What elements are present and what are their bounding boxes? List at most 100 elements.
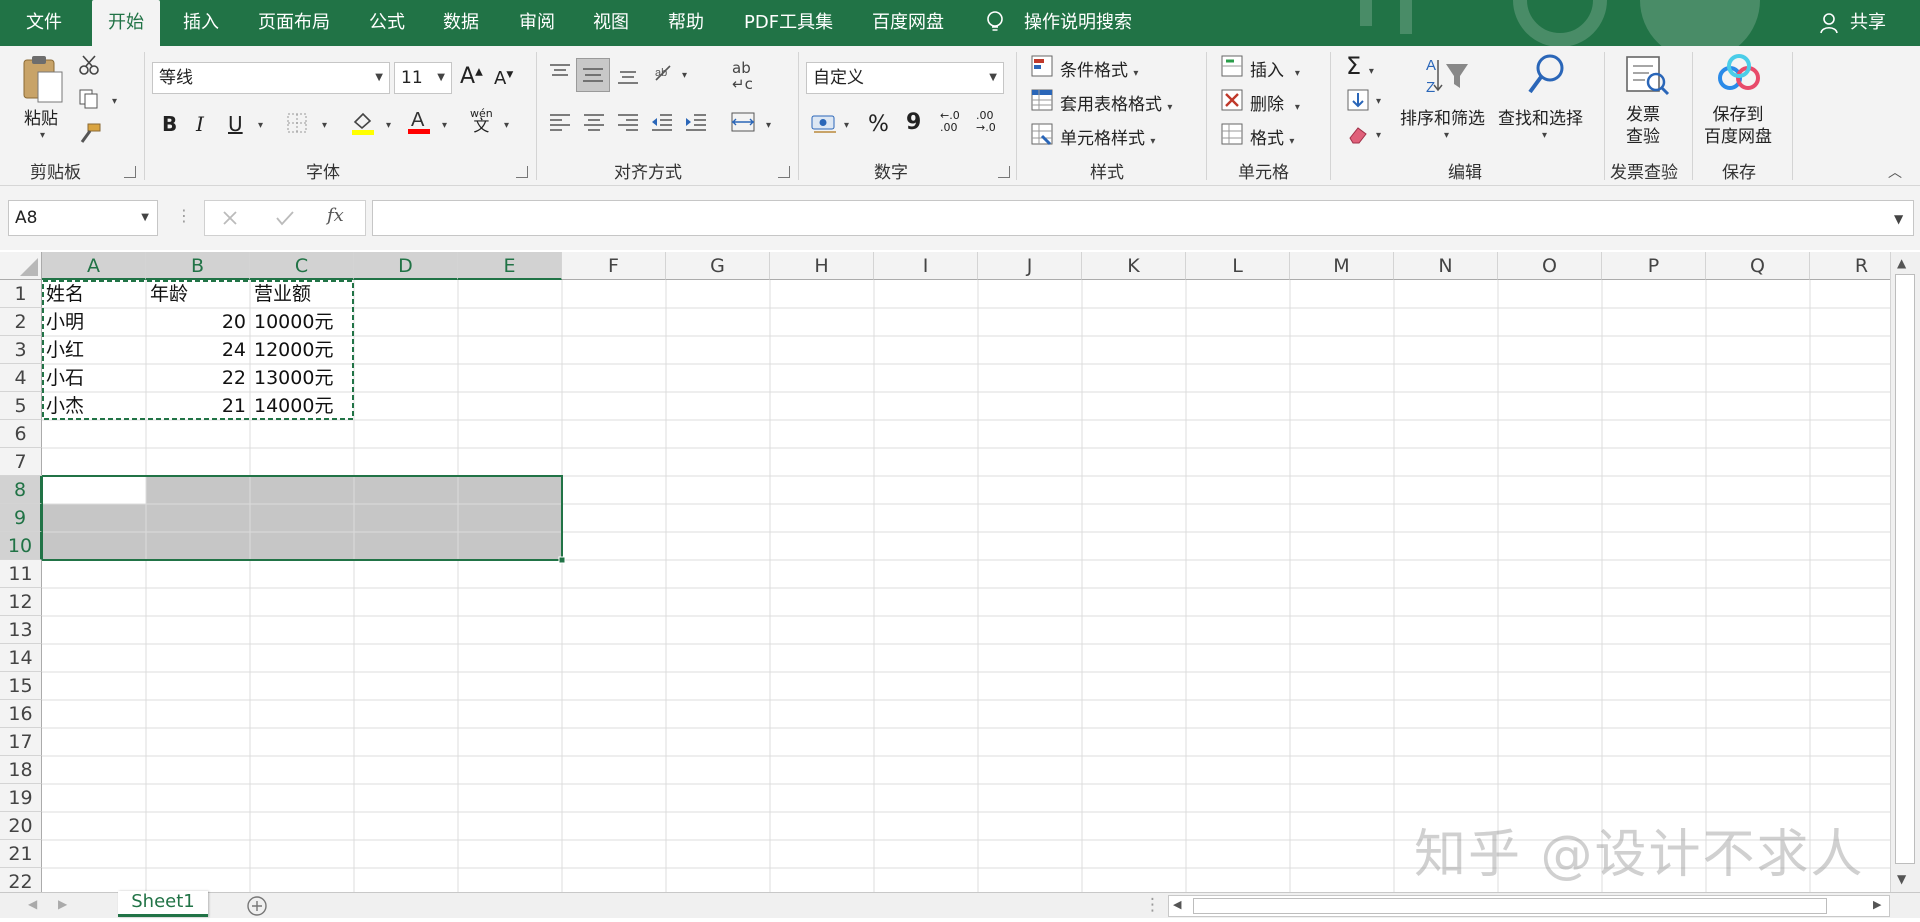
- column-header-r[interactable]: R: [1810, 252, 1890, 280]
- invoice-check-button[interactable]: 发票 查验: [1626, 104, 1660, 148]
- accounting-format-icon[interactable]: [810, 112, 838, 139]
- scroll-down-icon[interactable]: ▼: [1897, 872, 1906, 886]
- tab-split-grip-icon[interactable]: ⋮: [1144, 895, 1161, 915]
- number-launcher-icon[interactable]: [998, 166, 1010, 178]
- scroll-thumb[interactable]: [1895, 274, 1915, 864]
- table-cell[interactable]: 小石: [46, 364, 84, 392]
- cell-styles-button[interactable]: 单元格样式 ▾: [1060, 124, 1155, 149]
- comma-style-button[interactable]: 9: [906, 110, 921, 135]
- decrease-decimal-button[interactable]: .00 →.0: [976, 110, 996, 134]
- tab-formulas[interactable]: 公式: [369, 0, 405, 46]
- fill-handle[interactable]: [558, 556, 566, 564]
- column-header-l[interactable]: L: [1186, 252, 1290, 280]
- expand-formula-icon[interactable]: ▼: [1894, 212, 1903, 226]
- column-header-e[interactable]: E: [458, 252, 562, 280]
- user-icon[interactable]: [1820, 12, 1840, 39]
- merge-dropdown-icon[interactable]: ▾: [766, 120, 771, 131]
- tab-data[interactable]: 数据: [443, 0, 479, 46]
- table-cell[interactable]: 小杰: [46, 392, 84, 420]
- baidu-netdisk-icon[interactable]: [1716, 54, 1762, 99]
- format-cells-button[interactable]: 格式 ▾: [1250, 124, 1294, 149]
- column-header-a[interactable]: A: [42, 252, 146, 280]
- column-header-m[interactable]: M: [1290, 252, 1394, 280]
- borders-dropdown-icon[interactable]: ▾: [322, 120, 327, 131]
- table-cell[interactable]: 20: [146, 308, 246, 336]
- row-header-1[interactable]: 1: [0, 280, 42, 308]
- row-header-22[interactable]: 22: [0, 868, 42, 892]
- format-as-table-button[interactable]: 套用表格格式 ▾: [1060, 90, 1172, 115]
- clipboard-launcher-icon[interactable]: [124, 166, 136, 178]
- tab-home[interactable]: 开始: [92, 0, 160, 46]
- fill-color-icon[interactable]: [350, 110, 376, 141]
- column-header-n[interactable]: N: [1394, 252, 1498, 280]
- row-header-14[interactable]: 14: [0, 644, 42, 672]
- column-header-k[interactable]: K: [1082, 252, 1186, 280]
- table-cell[interactable]: 13000元: [254, 364, 333, 392]
- next-sheet-icon[interactable]: ▶: [58, 897, 67, 911]
- borders-icon[interactable]: [286, 112, 308, 139]
- align-middle-icon[interactable]: [576, 58, 610, 92]
- row-header-11[interactable]: 11: [0, 560, 42, 588]
- column-header-c[interactable]: C: [250, 252, 354, 280]
- column-header-i[interactable]: I: [874, 252, 978, 280]
- align-left-icon[interactable]: [548, 112, 572, 139]
- align-bottom-icon[interactable]: [616, 64, 640, 91]
- autosum-button[interactable]: Σ ▾: [1346, 52, 1374, 80]
- bold-button[interactable]: B: [162, 112, 177, 136]
- increase-decimal-button[interactable]: ←.0.00: [940, 110, 960, 134]
- row-header-4[interactable]: 4: [0, 364, 42, 392]
- row-header-2[interactable]: 2: [0, 308, 42, 336]
- font-name-select[interactable]: 等线 ▼: [152, 62, 390, 94]
- enter-icon[interactable]: [275, 209, 295, 232]
- tab-page-layout[interactable]: 页面布局: [258, 0, 330, 46]
- cell-styles-icon[interactable]: [1030, 122, 1054, 151]
- underline-dropdown-icon[interactable]: ▾: [258, 120, 263, 131]
- delete-cells-button[interactable]: 删除 ▾: [1250, 90, 1300, 115]
- wrap-text-button[interactable]: ab ↵c: [732, 60, 753, 92]
- table-cell[interactable]: 小红: [46, 336, 84, 364]
- delete-cells-icon[interactable]: [1220, 88, 1244, 117]
- row-header-10[interactable]: 10: [0, 532, 42, 560]
- orientation-dropdown-icon[interactable]: ▾: [682, 70, 687, 81]
- find-select-button[interactable]: 查找和选择: [1498, 104, 1583, 129]
- tab-file[interactable]: 文件: [26, 0, 62, 46]
- column-header-q[interactable]: Q: [1706, 252, 1810, 280]
- tab-baidu-netdisk[interactable]: 百度网盘: [872, 0, 944, 46]
- format-cells-icon[interactable]: [1220, 122, 1244, 151]
- scroll-right-icon[interactable]: ▶: [1873, 898, 1881, 911]
- column-header-o[interactable]: O: [1498, 252, 1602, 280]
- sort-filter-button[interactable]: 排序和筛选: [1400, 104, 1485, 129]
- column-header-f[interactable]: F: [562, 252, 666, 280]
- name-box[interactable]: A8 ▼: [8, 200, 158, 236]
- phonetic-dropdown-icon[interactable]: ▾: [504, 120, 509, 131]
- tab-help[interactable]: 帮助: [668, 0, 704, 46]
- clear-dropdown-icon[interactable]: ▾: [1376, 130, 1381, 141]
- row-header-9[interactable]: 9: [0, 504, 42, 532]
- italic-button[interactable]: I: [196, 112, 204, 136]
- column-header-d[interactable]: D: [354, 252, 458, 280]
- font-size-select[interactable]: 11 ▼: [394, 62, 452, 94]
- sort-filter-dropdown-icon[interactable]: ▾: [1444, 130, 1449, 141]
- select-all-corner[interactable]: [0, 252, 42, 280]
- horizontal-scrollbar[interactable]: ◀ ▶: [1168, 895, 1890, 917]
- vertical-scrollbar[interactable]: ▲ ▼: [1890, 252, 1920, 892]
- sheet-tab-sheet1[interactable]: Sheet1: [118, 891, 208, 917]
- tab-insert[interactable]: 插入: [183, 0, 219, 46]
- column-header-b[interactable]: B: [146, 252, 250, 280]
- font-color-dropdown-icon[interactable]: ▾: [442, 120, 447, 131]
- insert-cells-button[interactable]: 插入 ▾: [1250, 56, 1300, 81]
- underline-button[interactable]: U: [228, 112, 243, 136]
- row-header-5[interactable]: 5: [0, 392, 42, 420]
- clear-icon[interactable]: [1346, 122, 1370, 151]
- insert-function-button[interactable]: fx: [327, 205, 344, 226]
- decrease-indent-icon[interactable]: [650, 112, 674, 139]
- paste-dropdown-icon[interactable]: ▾: [40, 130, 45, 141]
- invoice-check-icon[interactable]: [1624, 54, 1670, 101]
- sort-filter-icon[interactable]: AZ: [1424, 54, 1470, 103]
- collapse-ribbon-icon[interactable]: ︿: [1888, 162, 1902, 182]
- table-cell[interactable]: 10000元: [254, 308, 333, 336]
- find-select-dropdown-icon[interactable]: ▾: [1542, 130, 1547, 141]
- copy-icon[interactable]: [78, 88, 100, 115]
- row-header-18[interactable]: 18: [0, 756, 42, 784]
- font-launcher-icon[interactable]: [516, 166, 528, 178]
